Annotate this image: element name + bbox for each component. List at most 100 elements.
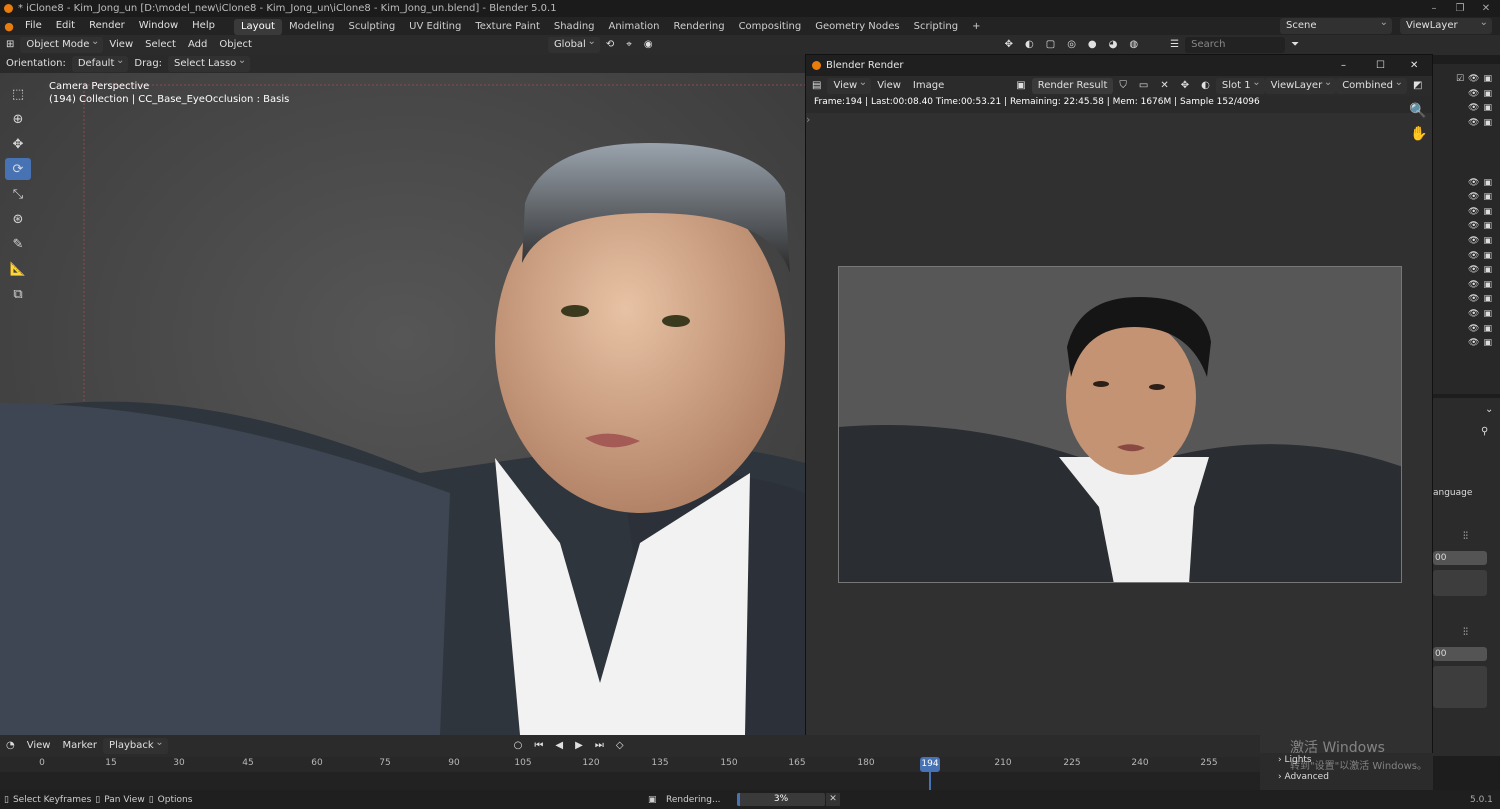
outliner-row[interactable]: 👁 ▣ (1433, 321, 1500, 336)
image-menu[interactable]: Image (907, 76, 950, 96)
jump-start-icon[interactable]: ⏮ (528, 736, 549, 756)
minimize-icon[interactable]: – (1341, 55, 1346, 76)
playhead-line[interactable] (929, 772, 931, 790)
proportional-edit-icon[interactable]: ◉ (638, 35, 659, 55)
viewport-object-menu[interactable]: Object (213, 35, 258, 55)
tab-scripting[interactable]: Scripting (907, 19, 965, 35)
play-reverse-icon[interactable]: ◀ (549, 736, 569, 756)
outliner-row[interactable]: 👁 ▣ (1433, 278, 1500, 293)
eye-icon[interactable]: 👁 (1468, 118, 1479, 128)
eye-icon[interactable]: 👁 (1468, 207, 1479, 217)
camera-icon[interactable]: ▣ (1483, 294, 1492, 304)
outliner-filter-icon[interactable]: ☰ (1164, 35, 1185, 55)
camera-icon[interactable]: ▣ (1483, 338, 1492, 348)
outliner-row[interactable]: 👁 ▣ (1433, 116, 1500, 131)
camera-icon[interactable]: ▣ (1483, 280, 1492, 290)
tab-shading[interactable]: Shading (547, 19, 602, 35)
camera-icon[interactable]: ▣ (1483, 178, 1492, 188)
shading-material-icon[interactable]: ◕ (1103, 35, 1124, 55)
hand-pan-icon[interactable]: ✋ (1410, 126, 1427, 142)
eye-icon[interactable]: 👁 (1468, 251, 1479, 261)
camera-icon[interactable]: ▣ (1483, 309, 1492, 319)
sidebar-toggle-icon[interactable]: › (806, 113, 810, 126)
image-browse-icon[interactable]: ▣ (1010, 76, 1031, 96)
outliner-row[interactable]: 👁 ▣ (1433, 292, 1500, 307)
timeline-body[interactable] (0, 772, 1260, 790)
camera-icon[interactable]: ▣ (1483, 207, 1492, 217)
tab-texture-paint[interactable]: Texture Paint (468, 19, 547, 35)
drag-dropdown[interactable]: Select Lasso (168, 53, 251, 72)
checkbox-icon[interactable]: ☑ (1456, 74, 1464, 84)
maximize-icon[interactable]: ❐ (1446, 0, 1474, 17)
tab-sculpting[interactable]: Sculpting (341, 19, 402, 35)
select-tool-icon[interactable]: ⬚ (5, 83, 31, 105)
timeline-view-menu[interactable]: View (21, 736, 57, 756)
outliner-row[interactable]: 👁 ▣ (1433, 336, 1500, 351)
advanced-expander[interactable]: › Advanced (1278, 772, 1329, 782)
camera-icon[interactable]: ▣ (1483, 118, 1492, 128)
camera-icon[interactable]: ▣ (1483, 74, 1492, 84)
cancel-render-button[interactable]: ✕ (826, 793, 840, 806)
viewport-select-menu[interactable]: Select (139, 35, 182, 55)
outliner-row[interactable]: 👁 ▣ (1433, 190, 1500, 205)
property-field[interactable] (1433, 570, 1487, 596)
timeline-marker-menu[interactable]: Marker (56, 736, 103, 756)
settings-sliders-icon[interactable]: ⫶⫶ (1463, 627, 1468, 638)
keyframe-icon[interactable]: ◇ (610, 736, 630, 756)
camera-icon[interactable]: ▣ (1483, 265, 1492, 275)
outliner-row[interactable]: 👁 ▣ (1433, 101, 1500, 116)
menu-render[interactable]: Render (82, 17, 132, 35)
overlay-icon[interactable]: ◐ (1019, 35, 1040, 55)
camera-icon[interactable]: ▣ (1483, 221, 1492, 231)
object-mode-dropdown[interactable]: Object Mode (20, 34, 104, 53)
measure-tool-icon[interactable]: 📐 (5, 258, 31, 280)
tab-layout[interactable]: Layout (233, 18, 282, 35)
eye-icon[interactable]: 👁 (1468, 309, 1479, 319)
camera-icon[interactable]: ▣ (1483, 89, 1492, 99)
eye-icon[interactable]: 👁 (1468, 280, 1479, 290)
eye-icon[interactable]: 👁 (1468, 324, 1479, 334)
outliner-row[interactable]: 👁 ▣ (1433, 87, 1500, 102)
gizmo-icon[interactable]: ✥ (1175, 76, 1195, 96)
eye-icon[interactable]: 👁 (1468, 221, 1479, 231)
gizmo-icon[interactable]: ✥ (999, 35, 1019, 55)
eye-icon[interactable]: 👁 (1468, 236, 1479, 246)
eye-icon[interactable]: 👁 (1468, 338, 1479, 348)
eye-icon[interactable]: 👁 (1468, 74, 1479, 84)
image-view-dropdown[interactable]: View (827, 75, 872, 94)
menu-help[interactable]: Help (185, 17, 222, 35)
eye-icon[interactable]: 👁 (1468, 103, 1479, 113)
camera-icon[interactable]: ▣ (1483, 236, 1492, 246)
3d-viewport[interactable] (0, 73, 805, 735)
outliner-row[interactable]: ☑ 👁 ▣ (1433, 72, 1500, 87)
viewport-view-menu[interactable]: View (103, 35, 139, 55)
value-field[interactable]: 00 (1433, 551, 1487, 565)
xray-icon[interactable]: ▢ (1040, 35, 1061, 55)
funnel-icon[interactable]: ⏷ (1285, 35, 1305, 55)
tab-compositing[interactable]: Compositing (732, 19, 809, 35)
camera-icon[interactable]: ▣ (1483, 251, 1492, 261)
menu-file[interactable]: File (18, 17, 49, 35)
menu-window[interactable]: Window (132, 17, 185, 35)
eye-icon[interactable]: 👁 (1468, 265, 1479, 275)
chevron-down-icon[interactable]: ⌄ (1485, 404, 1493, 415)
rotate-tool-icon[interactable]: ⟳ (5, 158, 31, 180)
pivot-icon[interactable]: ⟲ (600, 35, 620, 55)
shading-rendered-icon[interactable]: ◍ (1123, 35, 1144, 55)
add-workspace-button[interactable]: + (965, 19, 987, 35)
jump-end-icon[interactable]: ⏭ (589, 736, 610, 756)
camera-icon[interactable]: ▣ (1483, 192, 1492, 202)
menu-edit[interactable]: Edit (49, 17, 82, 35)
display-channels-icon[interactable]: ◩ (1407, 76, 1428, 96)
unlink-icon[interactable]: ✕ (1154, 76, 1174, 96)
tab-animation[interactable]: Animation (602, 19, 667, 35)
outliner-search-input[interactable]: Search (1185, 37, 1286, 53)
settings-sliders-icon[interactable]: ⫶⫶ (1463, 531, 1468, 542)
camera-icon[interactable]: ▣ (1483, 103, 1492, 113)
viewlayer-selector[interactable]: ViewLayer (1400, 15, 1492, 34)
move-tool-icon[interactable]: ✥ (5, 133, 31, 155)
pin-icon[interactable]: ⚲ (1481, 426, 1488, 437)
eye-icon[interactable]: 👁 (1468, 89, 1479, 99)
current-frame-indicator[interactable]: 194 (920, 757, 940, 772)
outliner-row[interactable]: 👁 ▣ (1433, 205, 1500, 220)
